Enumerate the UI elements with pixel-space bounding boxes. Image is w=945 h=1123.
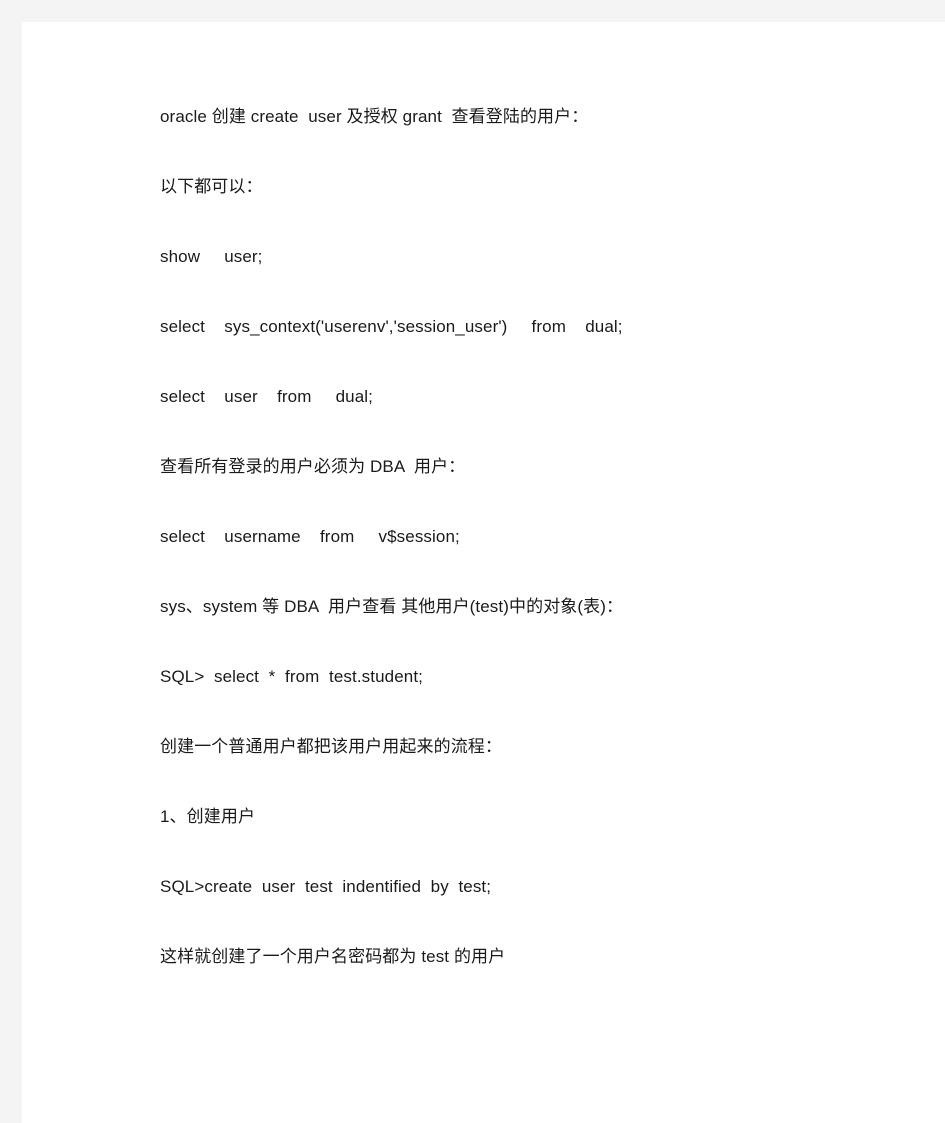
page-gutter-left bbox=[0, 0, 22, 1123]
document-paragraph: 以下都可以： bbox=[160, 177, 263, 196]
page-gutter-top bbox=[0, 0, 945, 22]
document-paragraph: show user; bbox=[160, 247, 263, 266]
page-sheet: oracle 创建 create user 及授权 grant 查看登陆的用户：… bbox=[22, 22, 945, 1123]
document-paragraph: 这样就创建了一个用户名密码都为 test 的用户 bbox=[160, 947, 506, 966]
document-paragraph: select user from dual; bbox=[160, 387, 373, 406]
document-paragraph: 1、创建用户 bbox=[160, 807, 256, 826]
document-paragraph: SQL>create user test indentified by test… bbox=[160, 877, 492, 896]
document-paragraph: SQL> select * from test.student; bbox=[160, 667, 423, 686]
document-paragraph: 查看所有登录的用户必须为 DBA 用户： bbox=[160, 457, 466, 476]
document-text-body: oracle 创建 create user 及授权 grant 查看登陆的用户：… bbox=[160, 105, 860, 969]
document-paragraph: select username from v$session; bbox=[160, 527, 460, 546]
document-page: oracle 创建 create user 及授权 grant 查看登陆的用户：… bbox=[0, 0, 945, 1123]
document-paragraph: select sys_context('userenv','session_us… bbox=[160, 317, 623, 336]
document-paragraph: 创建一个普通用户都把该用户用起来的流程： bbox=[160, 737, 502, 756]
document-paragraph: sys、system 等 DBA 用户查看 其他用户(test)中的对象(表)： bbox=[160, 597, 624, 616]
document-paragraph: oracle 创建 create user 及授权 grant 查看登陆的用户： bbox=[160, 107, 589, 126]
